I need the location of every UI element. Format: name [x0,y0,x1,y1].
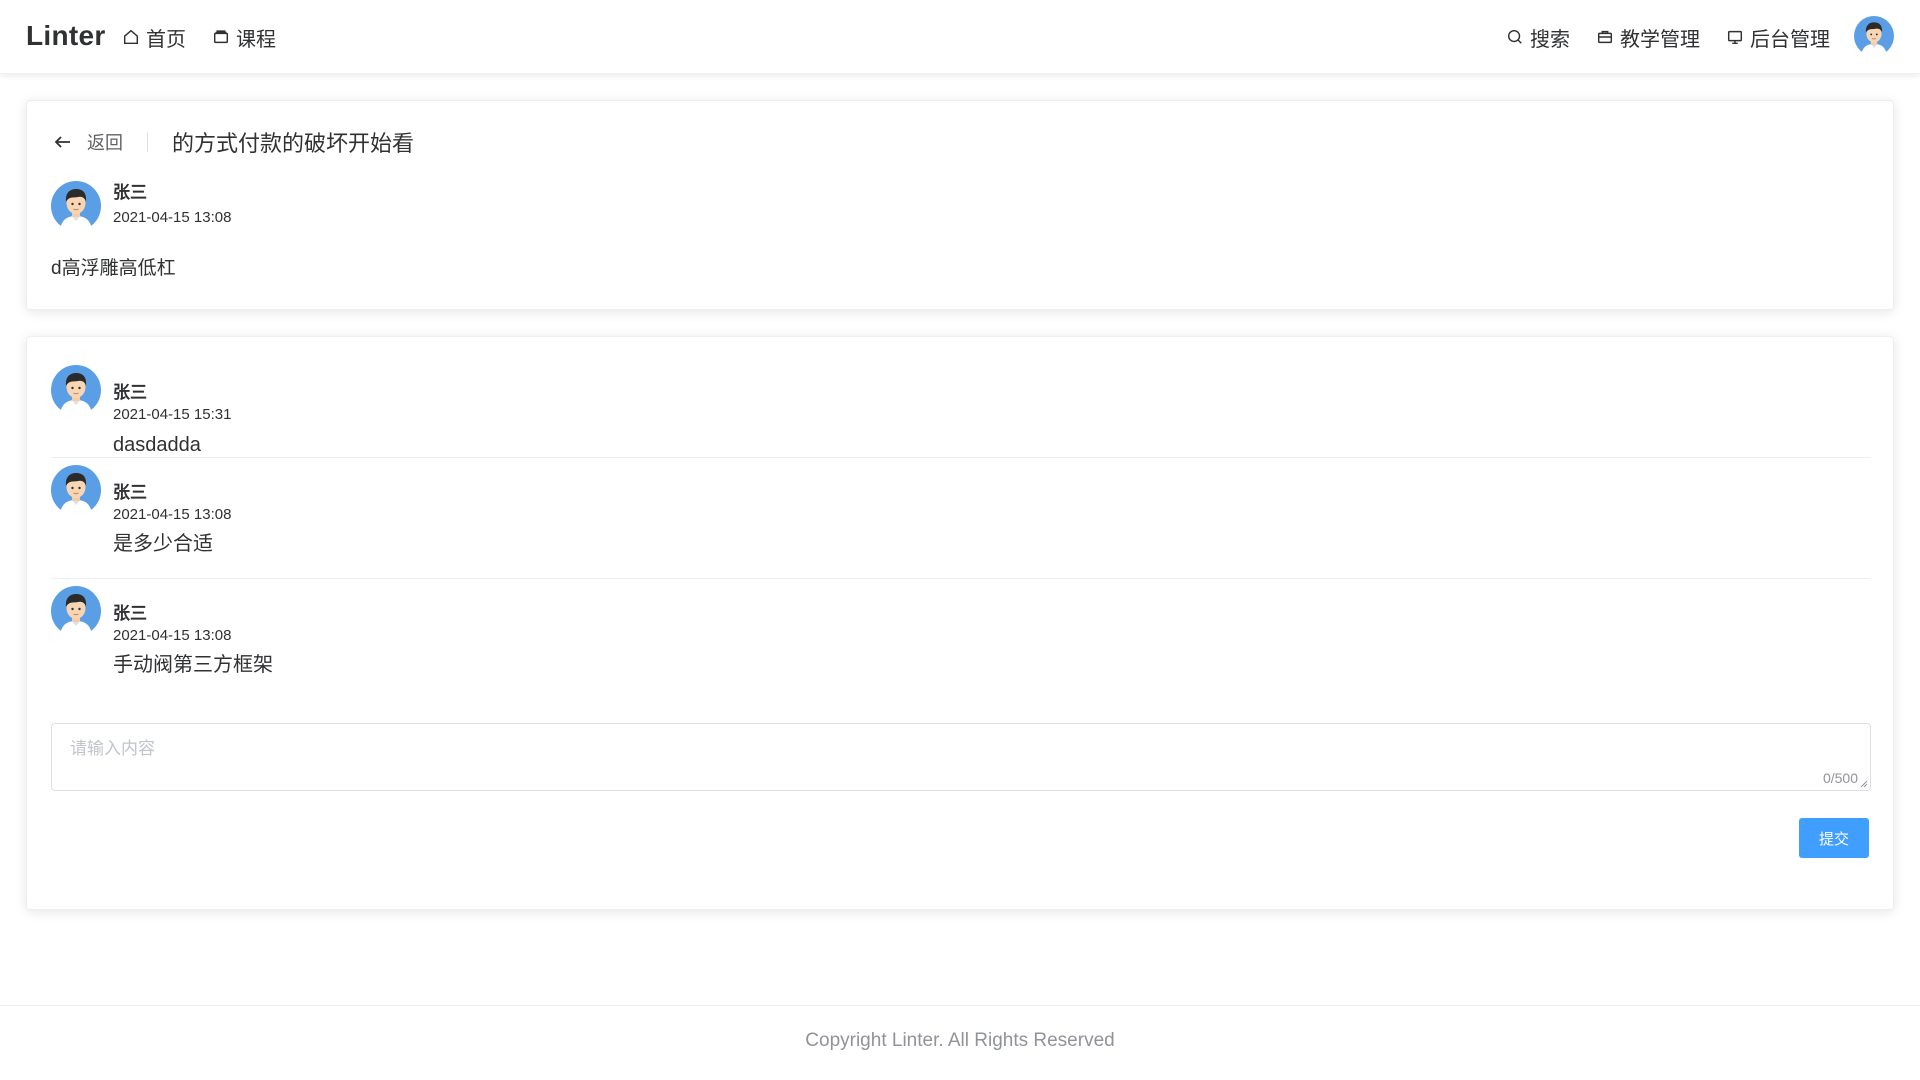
header-divider [147,132,148,152]
resize-handle-icon[interactable] [1860,780,1868,788]
footer-copyright: Copyright Linter. All Rights Reserved [805,1030,1115,1051]
top-navbar: Linter 首页 课程 搜索 教学管理 后台管理 [0,0,1920,74]
home-icon [123,29,139,45]
back-button[interactable]: 返回 [53,129,123,155]
reply-textarea-wrapper: 0/500 [51,723,1871,791]
arrow-left-icon [54,136,70,148]
comment-time: 2021-04-15 13:08 [113,506,232,523]
reply-textarea[interactable] [52,724,1870,790]
back-label: 返回 [87,133,123,153]
nav-left: 首页 课程 [122,22,276,52]
comment-text: dasdadda [113,434,201,456]
author-avatar [51,181,101,231]
author-name: 张三 [113,183,147,202]
comment-avatar [51,586,101,636]
post-body: d高浮雕高低杠 [51,258,176,279]
post-time: 2021-04-15 13:08 [113,209,232,226]
search-icon [1507,29,1522,44]
nav-teaching-label: 教学管理 [1620,28,1700,51]
comment-time: 2021-04-15 13:08 [113,627,232,644]
nav-course-label: 课程 [236,28,276,51]
post-title: 的方式付款的破坏开始看 [172,131,415,156]
monitor-icon [1727,30,1743,45]
page-header: 返回 的方式付款的破坏开始看 [53,127,414,157]
footer-divider [0,1005,1920,1006]
brand-logo[interactable]: Linter [26,20,106,52]
comment-time: 2021-04-15 15:31 [113,406,232,423]
post-card: 返回 的方式付款的破坏开始看 张三 2021-04-15 13:08 d高浮雕高… [26,100,1894,310]
comment-author: 张三 [113,604,147,623]
nav-course[interactable]: 课程 [212,22,276,52]
course-icon [213,30,229,44]
comment-text: 是多少合适 [113,533,213,555]
nav-search-label: 搜索 [1530,28,1570,51]
comment-item: 张三 2021-04-15 13:08 是多少合适 [51,458,1871,579]
char-counter: 0/500 [1822,770,1858,786]
comment-author: 张三 [113,483,147,502]
user-avatar[interactable] [1854,16,1894,56]
comment-avatar [51,465,101,515]
submit-button[interactable]: 提交 [1799,818,1869,858]
nav-search[interactable]: 搜索 [1506,22,1570,52]
nav-right: 搜索 教学管理 后台管理 [1506,22,1830,52]
comments-card: 张三 2021-04-15 15:31 dasdadda 张三 2021-04-… [26,336,1894,910]
comment-item: 张三 2021-04-15 15:31 dasdadda [51,337,1871,458]
comment-avatar [51,365,101,415]
nav-home-label: 首页 [146,28,186,51]
nav-admin[interactable]: 后台管理 [1726,22,1830,52]
nav-home[interactable]: 首页 [122,22,186,52]
post-author: 张三 2021-04-15 13:08 [51,181,231,231]
nav-admin-label: 后台管理 [1750,28,1830,51]
nav-teaching-management[interactable]: 教学管理 [1596,22,1700,52]
teaching-icon [1597,30,1613,44]
comment-author: 张三 [113,383,147,402]
comment-item: 张三 2021-04-15 13:08 手动阀第三方框架 [51,579,1871,700]
comment-text: 手动阀第三方框架 [113,654,273,676]
